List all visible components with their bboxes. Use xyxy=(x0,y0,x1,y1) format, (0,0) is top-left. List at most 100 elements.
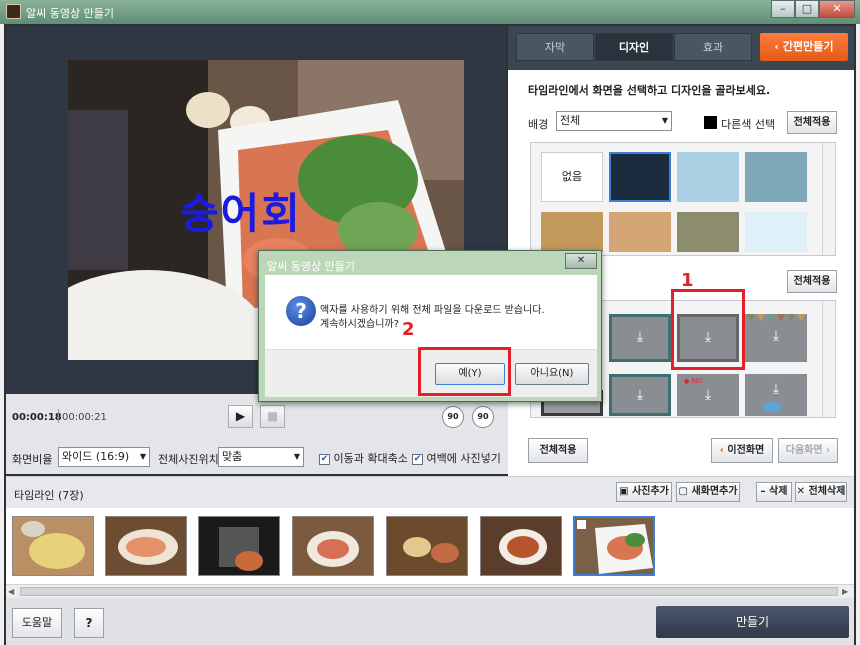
background-scrollbar[interactable] xyxy=(822,143,834,255)
tab-effect[interactable]: 효과 xyxy=(674,33,752,61)
next-screen-label: 다음화면 xyxy=(785,445,823,456)
new-screen-label: 새화면추가 xyxy=(691,486,738,497)
play-button[interactable]: ▶ xyxy=(228,405,253,428)
aspect-select[interactable]: 와이드 (16:9) ▼ xyxy=(58,447,150,467)
add-photo-icon: ▣ xyxy=(619,486,633,497)
apply-all-frame-button[interactable]: 전체적용 xyxy=(787,270,837,293)
new-screen-icon: ▢ xyxy=(678,486,692,497)
prev-screen-button[interactable]: ‹ 이전화면 xyxy=(711,438,773,463)
delete-button[interactable]: – 삭제 xyxy=(756,482,792,502)
rotate-right-icon[interactable]: 90 xyxy=(472,406,494,428)
download-icon[interactable]: ⤓ xyxy=(609,374,671,416)
close-button[interactable]: ✕ xyxy=(819,0,855,18)
photo-position-value: 맞춤 xyxy=(222,450,243,463)
background-select[interactable]: 전체 ▼ xyxy=(556,111,672,131)
annotation-number-2: 2 xyxy=(402,319,415,340)
bg-thumb-sky[interactable] xyxy=(745,212,807,252)
rotate-left-icon[interactable]: 90 xyxy=(442,406,464,428)
photo-position-label: 전체사진위치 xyxy=(158,453,219,466)
background-label: 배경 xyxy=(528,118,549,131)
timeline-scrollbar[interactable]: ◀ ▶ xyxy=(6,584,854,598)
title-bar: 알씨 동영상 만들기 – □ ✕ xyxy=(0,0,860,24)
move-zoom-checkbox[interactable]: ✔ xyxy=(319,453,330,465)
color-swatch[interactable] xyxy=(704,116,717,129)
stop-button[interactable]: ■ xyxy=(260,405,285,428)
bg-thumb-tan[interactable] xyxy=(609,212,671,252)
download-icon[interactable]: ⤓ xyxy=(609,314,671,362)
move-zoom-label: 이동과 확대축소 xyxy=(333,452,408,465)
window-title: 알씨 동영상 만들기 xyxy=(26,7,114,20)
bg-thumb-light-blue[interactable] xyxy=(677,152,739,202)
background-select-value: 전체 xyxy=(560,114,581,127)
dialog-close-button[interactable]: ✕ xyxy=(565,253,597,269)
maximize-button[interactable]: □ xyxy=(795,0,819,18)
bg-thumb-dark-fabric[interactable] xyxy=(609,152,671,202)
chevron-down-icon: ▼ xyxy=(139,452,146,461)
annotation-number-1: 1 xyxy=(681,270,694,291)
timeline-thumb[interactable] xyxy=(105,516,187,576)
fill-margin-label: 여백에 사진넣기 xyxy=(426,452,501,465)
other-color-label[interactable]: 다른색 선택 xyxy=(721,116,775,132)
timeline-thumb[interactable] xyxy=(292,516,374,576)
bg-thumb-blue-texture[interactable] xyxy=(745,152,807,202)
help-button[interactable]: 도움말 xyxy=(12,608,62,638)
delete-all-label: 전체삭제 xyxy=(808,486,846,497)
timeline-label: 타임라인 (7장) xyxy=(14,489,84,502)
prev-screen-label: 이전화면 xyxy=(727,445,765,456)
chevron-down-icon: ▼ xyxy=(293,452,300,461)
design-instruction: 타임라인에서 화면을 선택하고 디자인을 골라보세요. xyxy=(528,84,771,97)
timeline-thumb[interactable] xyxy=(198,516,280,576)
timeline-thumb[interactable] xyxy=(12,516,94,576)
timeline-thumb[interactable] xyxy=(386,516,468,576)
question-icon: ? xyxy=(286,296,316,326)
quick-make-button[interactable]: ‹ 간편만들기 xyxy=(760,33,848,61)
minimize-button[interactable]: – xyxy=(771,0,795,18)
apply-all-background-button[interactable]: 전체적용 xyxy=(787,111,837,134)
bunting-decoration xyxy=(745,314,807,324)
fill-margin-checkbox[interactable]: ✔ xyxy=(412,453,423,465)
chevron-right-icon[interactable]: ▶ xyxy=(842,587,848,596)
bg-thumb-wood[interactable] xyxy=(541,212,603,252)
chevron-down-icon: ▼ xyxy=(661,116,668,125)
whale-decoration xyxy=(762,402,782,412)
frame-scrollbar[interactable] xyxy=(822,301,834,417)
add-photo-button[interactable]: ▣ 사진추가 xyxy=(616,482,672,502)
tab-design[interactable]: 디자인 xyxy=(595,33,673,61)
chevron-left-icon[interactable]: ◀ xyxy=(8,587,14,596)
tab-caption[interactable]: 자막 xyxy=(516,33,594,61)
dialog-title: 알씨 동영상 만들기 xyxy=(267,260,355,273)
photo-position-select[interactable]: 맞춤 ▼ xyxy=(218,447,304,467)
current-time: 00:00:18 xyxy=(12,412,62,423)
total-time: 00:00:21 xyxy=(62,412,107,423)
dialog-message-line1: 액자를 사용하기 위해 전체 파일을 다운로드 받습니다. xyxy=(320,305,545,316)
new-screen-button[interactable]: ▢ 새화면추가 xyxy=(676,482,740,502)
scroll-thumb[interactable] xyxy=(20,587,838,596)
no-button[interactable]: 아니요(N) xyxy=(515,363,589,385)
dialog-message-line2: 계속하시겠습니까? xyxy=(320,319,399,330)
next-screen-button[interactable]: 다음화면 › xyxy=(778,438,838,463)
quick-make-label: 간편만들기 xyxy=(782,40,834,53)
bg-thumb-none[interactable]: 없음 xyxy=(541,152,603,202)
bg-thumb-olive[interactable] xyxy=(677,212,739,252)
add-photo-label: 사진추가 xyxy=(632,486,669,497)
time-divider xyxy=(58,409,59,423)
delete-label: 삭제 xyxy=(769,486,788,497)
question-button[interactable]: ? xyxy=(74,608,104,638)
delete-all-button[interactable]: ✕ 전체삭제 xyxy=(795,482,847,502)
annotation-box-2 xyxy=(418,347,511,396)
fill-margin-option[interactable]: ✔ 여백에 사진넣기 xyxy=(412,450,501,466)
chevron-right-icon: › xyxy=(822,445,831,456)
rec-label: ● REC xyxy=(684,378,704,385)
apply-all-button[interactable]: 전체적용 xyxy=(528,438,588,463)
minus-icon: – xyxy=(760,486,770,497)
annotation-box-1 xyxy=(671,289,745,370)
aspect-label: 화면비율 xyxy=(12,453,53,466)
aspect-value: 와이드 (16:9) xyxy=(62,450,130,463)
timeline-thumb[interactable] xyxy=(480,516,562,576)
preview-caption: 숭어회 xyxy=(180,189,302,238)
move-zoom-option[interactable]: ✔ 이동과 확대축소 xyxy=(319,450,408,466)
timeline-thumb-selected[interactable] xyxy=(573,516,655,576)
make-button[interactable]: 만들기 xyxy=(656,606,849,638)
close-icon: ✕ xyxy=(796,486,809,497)
app-icon xyxy=(6,4,21,19)
